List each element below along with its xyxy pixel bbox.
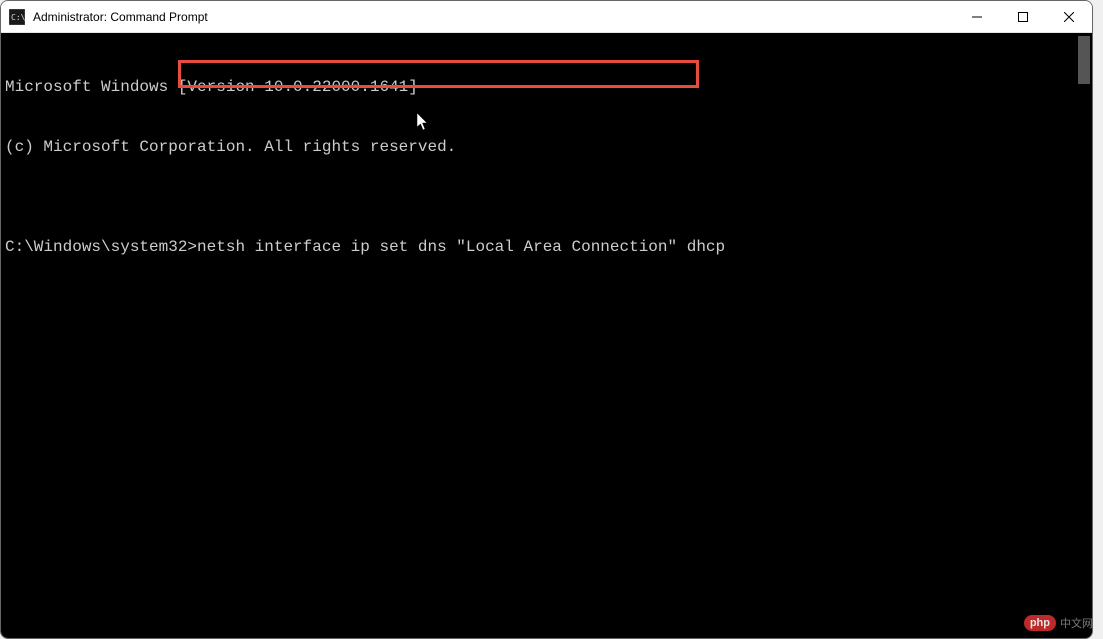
prompt-text: C:\Windows\system32> (5, 238, 197, 256)
watermark-badge: php (1024, 615, 1056, 631)
svg-text:C:\: C:\ (11, 13, 25, 22)
terminal-output[interactable]: Microsoft Windows [Version 10.0.22000.16… (1, 33, 1092, 638)
maximize-button[interactable] (1000, 1, 1046, 33)
copyright-line: (c) Microsoft Corporation. All rights re… (5, 137, 1088, 157)
titlebar[interactable]: C:\ Administrator: Command Prompt (1, 1, 1092, 33)
watermark-text: 中文网 (1060, 615, 1093, 631)
watermark: php 中文网 (1024, 615, 1093, 631)
version-line: Microsoft Windows [Version 10.0.22000.16… (5, 77, 1088, 97)
prompt-line: C:\Windows\system32>netsh interface ip s… (5, 237, 1088, 257)
window-title: Administrator: Command Prompt (33, 10, 208, 24)
command-text: netsh interface ip set dns "Local Area C… (197, 238, 725, 256)
scrollbar-track[interactable] (1076, 34, 1092, 638)
scrollbar-thumb[interactable] (1078, 36, 1090, 84)
window-controls (954, 1, 1092, 33)
minimize-button[interactable] (954, 1, 1000, 33)
cmd-icon: C:\ (9, 9, 25, 25)
command-prompt-window: C:\ Administrator: Command Prompt Micros… (0, 0, 1093, 639)
close-button[interactable] (1046, 1, 1092, 33)
